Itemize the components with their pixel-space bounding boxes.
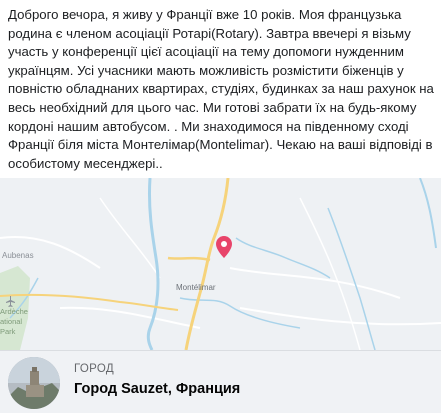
map-label-park-2: ational [0, 317, 22, 326]
place-thumbnail [8, 357, 60, 409]
post-text: Доброго вечора, я живу у Франції вже 10 … [8, 7, 438, 171]
map-label-park-3: Park [0, 327, 16, 336]
place-name[interactable]: Город Sauzet, Франция [74, 381, 240, 397]
main-road [167, 256, 211, 262]
location-card[interactable]: ГОРОД Город Sauzet, Франция [0, 350, 441, 413]
location-map[interactable]: Aubenas Montélimar Ardèche ational Park [0, 178, 441, 350]
map-label-park-1: Ardèche [0, 307, 28, 316]
minor-road [59, 306, 201, 329]
map-canvas: Aubenas Montélimar Ardèche ational Park [0, 178, 441, 350]
main-road [184, 178, 230, 350]
minor-road [229, 267, 401, 299]
place-category: ГОРОД [74, 363, 114, 375]
map-label-montelimar: Montélimar [176, 283, 216, 292]
river [327, 207, 376, 350]
river [419, 178, 437, 249]
map-label-aubenas: Aubenas [2, 251, 34, 260]
minor-road [299, 197, 361, 350]
location-pin-icon [216, 236, 232, 258]
